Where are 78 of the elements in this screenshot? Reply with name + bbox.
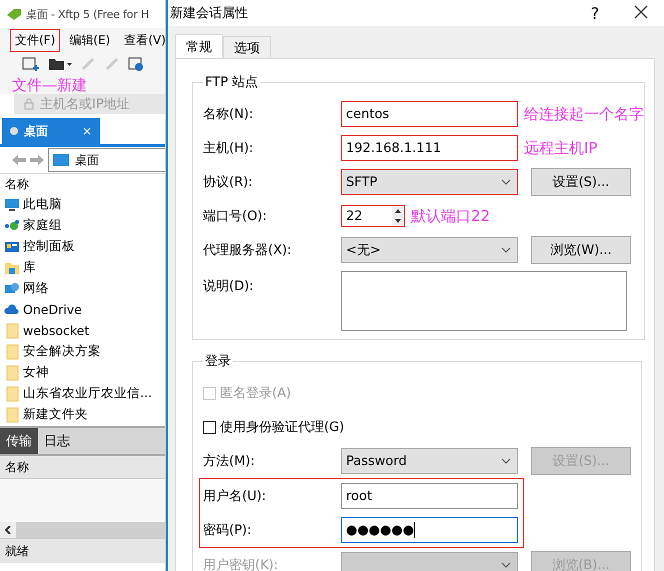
dropdown[interactable]: <无> bbox=[341, 237, 518, 263]
file-name[interactable]: 女神 bbox=[23, 364, 49, 381]
column-header[interactable]: 名称 bbox=[0, 174, 165, 194]
field-label: 用户名(U): bbox=[203, 488, 268, 505]
open-folder-icon[interactable] bbox=[48, 56, 72, 72]
field-label: 协议(R): bbox=[203, 174, 254, 191]
menu-item[interactable]: 编辑(E) bbox=[64, 28, 116, 52]
menu-item[interactable]: 文件(F) bbox=[10, 28, 60, 52]
dropdown[interactable]: SFTP bbox=[341, 169, 518, 195]
down-arrow-icon[interactable] bbox=[392, 216, 404, 226]
text-field[interactable]: centos bbox=[341, 101, 518, 127]
annotation-text: 默认端口22 bbox=[411, 206, 490, 226]
path-field[interactable]: 桌面 bbox=[48, 148, 165, 172]
dialog-tab[interactable]: 常规 bbox=[175, 34, 223, 58]
folder-icon bbox=[4, 364, 20, 380]
status-dot-icon bbox=[10, 127, 18, 135]
up-arrow-icon[interactable] bbox=[392, 206, 404, 216]
file-name[interactable]: OneDrive bbox=[23, 302, 82, 317]
file-name[interactable]: 山东省农业厅农业信... bbox=[23, 385, 152, 402]
file-name[interactable]: websocket bbox=[23, 323, 90, 338]
field-label: 代理服务器(X): bbox=[203, 242, 292, 259]
dialog-tab[interactable]: 选项 bbox=[223, 36, 271, 58]
scroll-left-icon[interactable] bbox=[5, 526, 11, 534]
folder-icon bbox=[4, 322, 20, 338]
file-name[interactable]: 新建文件夹 bbox=[23, 406, 88, 423]
description-field[interactable] bbox=[341, 271, 627, 331]
desktop-icon bbox=[53, 154, 69, 166]
file-name[interactable]: 家庭组 bbox=[23, 217, 62, 234]
window-title: 桌面 - Xftp 5 (Free for H bbox=[26, 6, 149, 22]
port-spinbox[interactable]: 22 bbox=[341, 205, 405, 227]
annotation-text: 文件—新建 bbox=[12, 76, 87, 94]
chevron-down-icon bbox=[501, 247, 511, 253]
chevron-down-icon bbox=[501, 179, 511, 185]
field-label: 名称(N): bbox=[203, 106, 254, 123]
group-title: 登录 bbox=[204, 353, 232, 370]
folder-icon bbox=[4, 344, 20, 360]
password-field[interactable]: ●●●●●● bbox=[341, 517, 518, 543]
text-field[interactable]: 192.168.1.111 bbox=[341, 135, 518, 161]
new-session-icon[interactable] bbox=[22, 56, 40, 72]
menu-item[interactable]: 查看(V) bbox=[119, 28, 165, 52]
file-name[interactable]: 安全解决方案 bbox=[23, 343, 101, 360]
file-name[interactable]: 库 bbox=[23, 259, 36, 276]
dialog-button[interactable]: 浏览(W)... bbox=[531, 236, 631, 264]
annotation-text: 给连接起一个名字 bbox=[524, 104, 644, 124]
close-icon[interactable] bbox=[634, 4, 648, 18]
field-label: 用户密钥(K): bbox=[203, 557, 280, 571]
checkbox[interactable] bbox=[203, 420, 216, 434]
panel-tab[interactable]: 传输 bbox=[0, 428, 38, 454]
dialog-title: 新建会话属性 bbox=[170, 5, 248, 22]
file-name[interactable]: 控制面板 bbox=[23, 238, 75, 255]
folder-icon bbox=[4, 386, 20, 402]
close-tab-icon[interactable]: × bbox=[82, 124, 92, 138]
field-label: 说明(D): bbox=[203, 278, 255, 295]
field-label: 主机(H): bbox=[203, 140, 254, 157]
computer-icon bbox=[4, 196, 20, 212]
lock-icon bbox=[24, 98, 34, 110]
app-logo-icon bbox=[6, 7, 22, 21]
field-label: 方法(M): bbox=[203, 453, 256, 470]
panel-tab[interactable]: 日志 bbox=[38, 428, 76, 454]
status-text: 就绪 bbox=[0, 538, 165, 563]
help-button[interactable]: ? bbox=[572, 4, 618, 22]
chevron-down-icon bbox=[501, 562, 511, 568]
checkbox-label: 匿名登录(A) bbox=[220, 385, 292, 402]
annotation-text: 远程主机IP bbox=[524, 138, 598, 158]
text-cursor-icon bbox=[414, 522, 416, 538]
file-name[interactable]: 网络 bbox=[23, 280, 49, 297]
dialog-button[interactable]: 设置(S)... bbox=[531, 168, 631, 196]
text-field[interactable]: root bbox=[341, 483, 518, 509]
field-label: 密码(P): bbox=[203, 522, 252, 539]
dropdown[interactable]: Password bbox=[341, 448, 518, 474]
chevron-down-icon bbox=[501, 458, 511, 464]
folder-icon bbox=[4, 406, 20, 422]
column-header[interactable]: 名称 bbox=[0, 456, 165, 479]
file-name[interactable]: 此电脑 bbox=[23, 196, 62, 213]
session-tab[interactable]: 桌面 × bbox=[2, 118, 100, 144]
group-title: FTP 站点 bbox=[204, 74, 260, 91]
checkbox-label: 使用身份验证代理(G) bbox=[220, 419, 346, 436]
field-label: 端口号(O): bbox=[203, 208, 268, 225]
